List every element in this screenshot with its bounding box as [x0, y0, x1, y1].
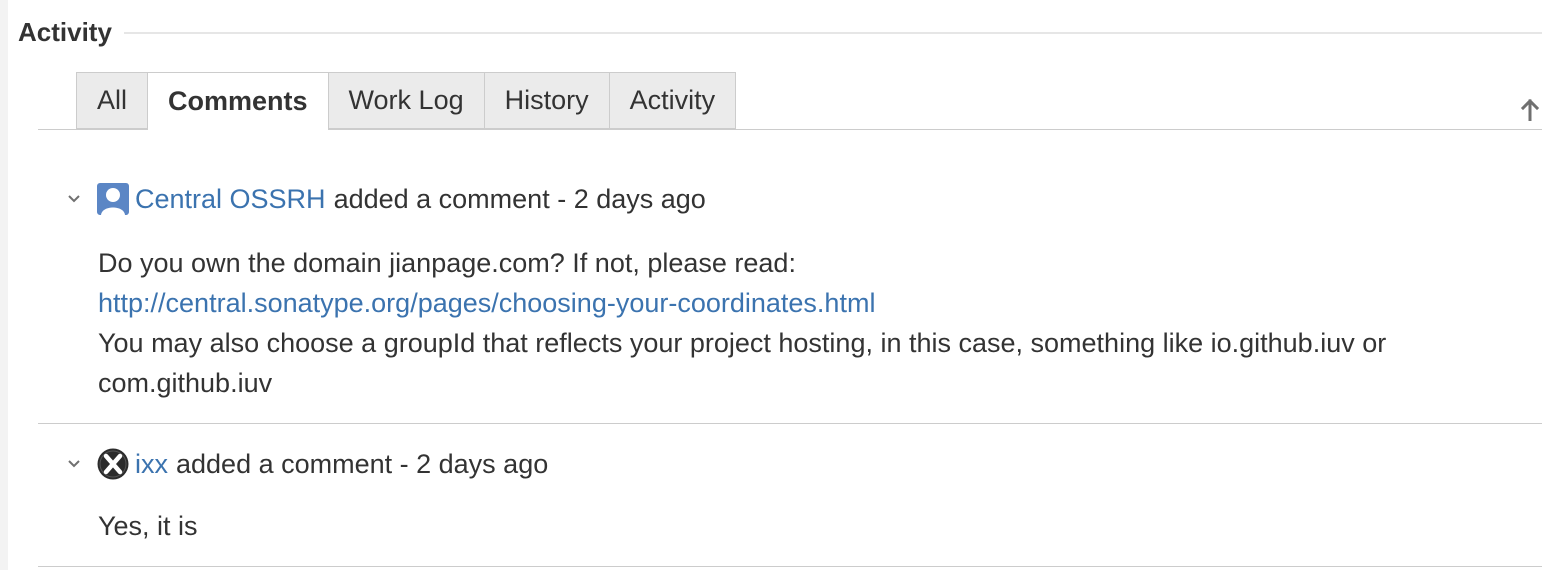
- tab-all[interactable]: All: [76, 72, 149, 129]
- comment-body-link[interactable]: http://central.sonatype.org/pages/choosi…: [98, 283, 1498, 323]
- comment-author-link[interactable]: Central OSSRH: [135, 184, 326, 215]
- activity-tabs-bar: All Comments Work Log History Activity: [38, 72, 1542, 130]
- arrow-up-icon: [1520, 99, 1540, 121]
- comment-body-line: Do you own the domain jianpage.com? If n…: [98, 248, 796, 278]
- comment-body-line: Yes, it is: [98, 511, 198, 541]
- module-title: Activity: [18, 16, 112, 47]
- comment-body: Yes, it is: [98, 506, 1498, 546]
- chevron-down-icon: [68, 195, 80, 203]
- comment-item: Central OSSRH added a comment - 2 days a…: [38, 130, 1542, 424]
- x-logo-avatar-icon: [97, 448, 129, 480]
- comment-item: ixx added a comment - 2 days ago Yes, it…: [38, 424, 1542, 567]
- comment-header: ixx added a comment - 2 days ago: [66, 448, 548, 480]
- default-user-avatar-icon: [97, 183, 129, 215]
- comment-header: Central OSSRH added a comment - 2 days a…: [66, 183, 706, 215]
- activity-module-header: Activity: [18, 14, 1542, 50]
- sort-order-button[interactable]: [1518, 98, 1542, 122]
- tab-activity[interactable]: Activity: [609, 72, 737, 129]
- comment-author-link[interactable]: ixx: [135, 449, 168, 480]
- tab-work-log[interactable]: Work Log: [328, 72, 485, 129]
- tab-history[interactable]: History: [484, 72, 610, 129]
- collapse-comment-toggle[interactable]: [66, 191, 82, 207]
- tab-list: All Comments Work Log History Activity: [76, 72, 737, 130]
- header-divider: [123, 32, 1542, 34]
- tab-comments[interactable]: Comments: [148, 72, 329, 130]
- comment-body-line: com.github.iuv: [98, 368, 273, 398]
- collapse-comment-toggle[interactable]: [66, 456, 82, 472]
- comment-action-text: added a comment - 2 days ago: [176, 448, 549, 479]
- comment-body: Do you own the domain jianpage.com? If n…: [98, 243, 1498, 403]
- left-gutter: [0, 0, 8, 570]
- comment-body-line: You may also choose a groupId that refle…: [98, 328, 1387, 358]
- chevron-down-icon: [68, 460, 80, 468]
- comment-action-text: added a comment - 2 days ago: [333, 183, 706, 214]
